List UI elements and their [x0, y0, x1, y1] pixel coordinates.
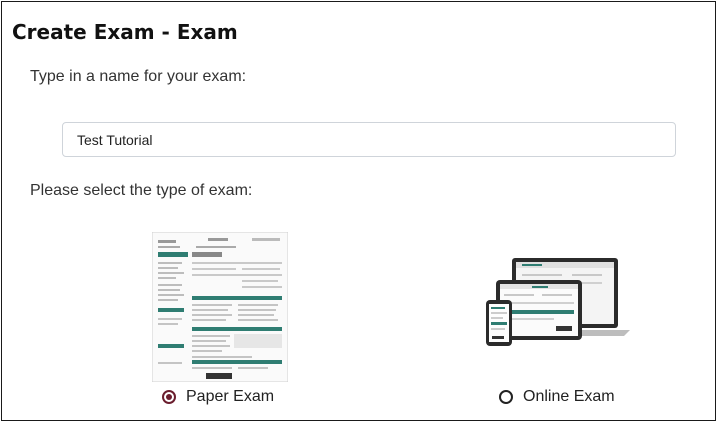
online-exam-label: Online Exam	[523, 388, 615, 405]
paper-exam-radio-option[interactable]: Paper Exam	[162, 388, 274, 406]
exam-name-input[interactable]	[62, 122, 676, 157]
paper-exam-radio[interactable]	[162, 390, 176, 404]
exam-name-label: Type in a name for your exam:	[30, 68, 247, 85]
online-exam-devices-icon	[486, 258, 630, 346]
paper-exam-label: Paper Exam	[186, 388, 275, 405]
paper-exam-thumbnail-icon	[151, 231, 289, 383]
online-exam-radio[interactable]	[499, 390, 513, 404]
page-title: Create Exam - Exam	[12, 20, 238, 44]
exam-type-label: Please select the type of exam:	[30, 182, 253, 199]
create-exam-panel: Create Exam - Exam Type in a name for yo…	[1, 1, 716, 421]
online-exam-radio-option[interactable]: Online Exam	[499, 388, 615, 406]
online-exam-option-card[interactable]	[482, 252, 632, 362]
paper-exam-option-card[interactable]	[151, 231, 289, 383]
